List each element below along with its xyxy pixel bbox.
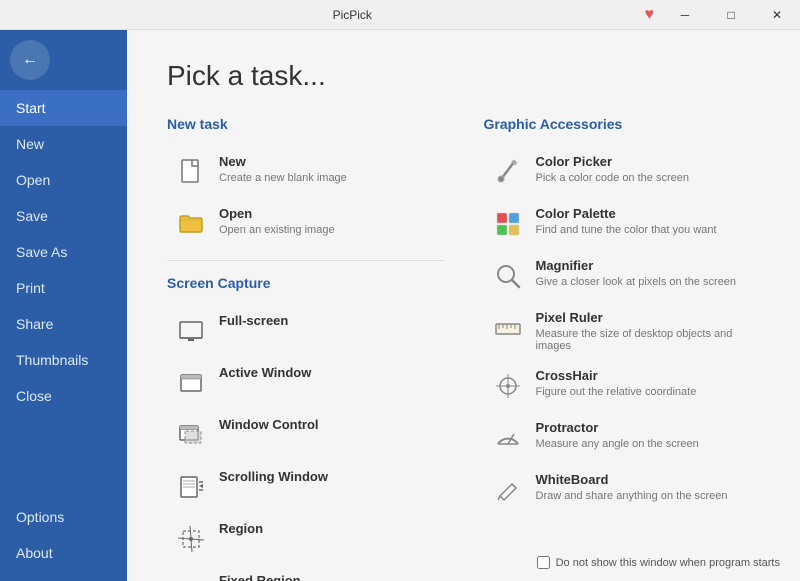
task-full-screen[interactable]: Full-screen [167,305,444,357]
window-control-icon [173,417,209,453]
maximize-button[interactable]: □ [708,0,754,30]
dont-show-checkbox[interactable] [537,556,550,569]
sidebar-item-save[interactable]: Save [0,198,127,234]
task-fixed-region[interactable]: Fixed Region [167,565,444,581]
task-color-picker-text: Color Picker Pick a color code on the sc… [536,154,689,184]
task-active-window[interactable]: Active Window [167,357,444,409]
app-title: PicPick [60,8,645,22]
right-column: Graphic Accessories Color Picker Pick a … [484,116,761,581]
region-icon [173,521,209,557]
task-new[interactable]: New Create a new blank image [167,146,444,198]
task-crosshair[interactable]: CrossHair Figure out the relative coordi… [484,360,761,412]
task-region[interactable]: Region [167,513,444,565]
task-magnifier-text: Magnifier Give a closer look at pixels o… [536,258,737,288]
content-area: Pick a task... New task [127,30,800,581]
task-protractor-text: Protractor Measure any angle on the scre… [536,420,699,450]
close-button[interactable]: ✕ [754,0,800,30]
full-screen-icon [173,313,209,349]
task-window-control[interactable]: Window Control [167,409,444,461]
scrolling-window-icon [173,469,209,505]
active-window-icon [173,365,209,401]
task-fixed-region-text: Fixed Region [219,573,301,581]
protractor-icon [490,420,526,456]
sidebar: ← Start New Open Save Save As Print Shar… [0,30,127,581]
sidebar-bottom: Options About [0,499,127,581]
task-color-palette[interactable]: Color Palette Find and tune the color th… [484,198,761,250]
whiteboard-icon [490,472,526,508]
task-open-text: Open Open an existing image [219,206,335,236]
back-icon: ← [22,51,38,69]
task-region-text: Region [219,521,263,538]
pixel-ruler-icon [490,310,526,346]
content-footer: Do not show this window when program sta… [537,556,780,569]
content-grid: New task New Create a new blank image [167,116,760,581]
task-scrolling-window[interactable]: Scrolling Window [167,461,444,513]
task-protractor[interactable]: Protractor Measure any angle on the scre… [484,412,761,464]
color-palette-icon [490,206,526,242]
task-full-screen-text: Full-screen [219,313,288,330]
sidebar-item-start[interactable]: Start [0,90,127,126]
task-magnifier[interactable]: Magnifier Give a closer look at pixels o… [484,250,761,302]
window-controls: ♥ ─ □ ✕ [645,0,800,29]
sidebar-item-thumbnails[interactable]: Thumbnails [0,342,127,378]
back-button[interactable]: ← [10,40,50,80]
open-folder-icon [173,206,209,242]
screen-capture-section-title: Screen Capture [167,275,444,291]
sidebar-item-close[interactable]: Close [0,378,127,414]
graphic-accessories-section-title: Graphic Accessories [484,116,761,132]
left-column: New task New Create a new blank image [167,116,444,581]
sidebar-item-open[interactable]: Open [0,162,127,198]
task-new-text: New Create a new blank image [219,154,347,184]
minimize-button[interactable]: ─ [662,0,708,30]
section-divider [167,260,444,261]
page-title: Pick a task... [167,60,760,92]
crosshair-icon [490,368,526,404]
magnifier-icon [490,258,526,294]
sidebar-item-print[interactable]: Print [0,270,127,306]
task-whiteboard[interactable]: WhiteBoard Draw and share anything on th… [484,464,761,516]
sidebar-item-share[interactable]: Share [0,306,127,342]
sidebar-nav: Start New Open Save Save As Print Share … [0,90,127,581]
heart-icon: ♥ [645,6,655,24]
task-active-window-text: Active Window [219,365,311,382]
dont-show-label: Do not show this window when program sta… [556,557,780,569]
task-open[interactable]: Open Open an existing image [167,198,444,250]
sidebar-item-save-as[interactable]: Save As [0,234,127,270]
task-scrolling-window-text: Scrolling Window [219,469,328,486]
app-body: ← Start New Open Save Save As Print Shar… [0,30,800,581]
task-whiteboard-text: WhiteBoard Draw and share anything on th… [536,472,728,502]
task-pixel-ruler-text: Pixel Ruler Measure the size of desktop … [536,310,755,352]
title-bar: PicPick ♥ ─ □ ✕ [0,0,800,30]
sidebar-item-new[interactable]: New [0,126,127,162]
task-color-palette-text: Color Palette Find and tune the color th… [536,206,717,236]
sidebar-item-about[interactable]: About [0,535,127,571]
task-window-control-text: Window Control [219,417,319,434]
color-picker-icon [490,154,526,190]
task-pixel-ruler[interactable]: Pixel Ruler Measure the size of desktop … [484,302,761,360]
fixed-region-icon [173,573,209,581]
new-task-section-title: New task [167,116,444,132]
task-crosshair-text: CrossHair Figure out the relative coordi… [536,368,697,398]
task-color-picker[interactable]: Color Picker Pick a color code on the sc… [484,146,761,198]
sidebar-item-options[interactable]: Options [0,499,127,535]
new-file-icon [173,154,209,190]
